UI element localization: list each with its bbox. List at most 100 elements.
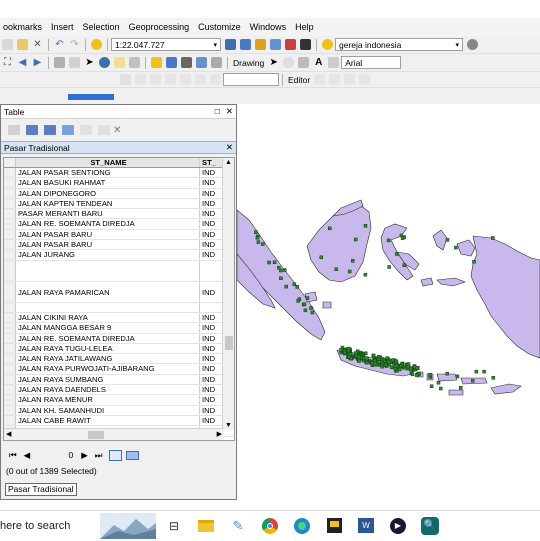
restore-icon[interactable]: □ — [215, 106, 220, 117]
table-row[interactable]: JALAN DIPONEGORO IND — [4, 188, 234, 199]
cell-st[interactable]: IND — [200, 406, 220, 415]
cell-st[interactable]: IND — [200, 354, 220, 363]
cut-polygon-icon[interactable] — [165, 74, 176, 85]
cell-st[interactable]: IND — [200, 385, 220, 394]
table-row[interactable]: JALAN RE. SOEMANTA DIREDJA IND — [4, 333, 234, 344]
cell-st-name[interactable]: JALAN RAYA SUMBANG — [16, 374, 200, 385]
editor-menu[interactable]: Editor — [288, 75, 310, 85]
font-combo[interactable]: Arial — [341, 56, 402, 69]
row-selector[interactable] — [4, 188, 16, 198]
menu-customize[interactable]: Customize — [195, 22, 247, 32]
trace-icon[interactable] — [344, 74, 356, 85]
chrome-icon[interactable] — [258, 516, 282, 536]
table-row[interactable]: JALAN RAYA MENUR IND — [4, 395, 234, 406]
time-slider-icon[interactable] — [196, 57, 207, 68]
drawing-menu[interactable]: Drawing — [233, 58, 264, 68]
cell-st-name[interactable]: JALAN RAYA JATILAWANG — [16, 354, 200, 364]
forward-icon[interactable]: ▶ — [32, 57, 43, 68]
row-selector[interactable] — [4, 323, 16, 333]
table-row[interactable]: JALAN RAYA PAMARICAN IND — [4, 281, 234, 303]
row-selector[interactable] — [4, 281, 16, 302]
row-selector[interactable] — [4, 198, 16, 209]
previous-record-icon[interactable]: ◀ — [24, 450, 31, 461]
cell-st[interactable]: IND — [200, 250, 220, 259]
menu-windows[interactable]: Windows — [247, 22, 293, 32]
row-selector[interactable] — [4, 333, 16, 343]
pointer-icon[interactable]: ➤ — [84, 57, 95, 68]
locate-search-combo[interactable]: gereja indonesia ▾ — [335, 38, 463, 51]
cell-st-name[interactable] — [16, 302, 200, 312]
cell-st[interactable]: IND — [200, 375, 220, 384]
reshape-icon[interactable] — [150, 74, 161, 85]
cell-st-name[interactable]: JALAN PASAR SENTIONG — [16, 168, 200, 178]
catalog-icon[interactable] — [255, 39, 266, 50]
find-icon[interactable] — [151, 57, 162, 68]
cell-st[interactable] — [200, 261, 220, 281]
layer-combo[interactable] — [223, 73, 279, 86]
cell-st[interactable]: IND — [200, 364, 220, 373]
python-icon[interactable] — [300, 39, 311, 50]
row-selector[interactable] — [4, 302, 16, 312]
font-color-icon[interactable]: A — [313, 57, 324, 68]
cell-st[interactable]: IND — [200, 189, 220, 198]
menu-help[interactable]: Help — [292, 22, 320, 32]
scroll-left-icon[interactable]: ◀ — [6, 430, 11, 438]
scroll-down-icon[interactable]: ▼ — [225, 422, 232, 429]
map-scale-combo[interactable]: 1:22.047.727 ▾ — [111, 38, 221, 51]
cell-st-name[interactable]: JALAN DIPONEGORO — [16, 188, 200, 198]
cell-st-name[interactable]: JALAN RAYA DAENDELS — [16, 385, 200, 395]
scroll-up-icon[interactable]: ▲ — [225, 159, 232, 166]
cell-st[interactable]: IND — [200, 344, 220, 353]
vertical-scroll-thumb[interactable] — [225, 336, 233, 350]
zoom-extent-icon[interactable]: ⛶ — [2, 57, 13, 68]
menu-geoprocessing[interactable]: Geoprocessing — [126, 22, 196, 32]
show-selected-records-icon[interactable] — [126, 450, 140, 460]
undo-icon[interactable]: ↶ — [54, 39, 65, 50]
back-icon[interactable]: ◀ — [17, 57, 28, 68]
row-selector[interactable] — [4, 354, 16, 364]
switch-selection-icon[interactable] — [62, 125, 74, 135]
word-icon[interactable]: W — [354, 516, 378, 536]
row-selector[interactable] — [4, 415, 16, 426]
cell-st[interactable] — [200, 303, 220, 312]
delete-selected-icon[interactable]: ✕ — [113, 125, 121, 136]
measure-icon[interactable] — [129, 57, 140, 68]
table-row[interactable]: JALAN RAYA JATILAWANG IND — [4, 354, 234, 365]
rectangle-icon[interactable] — [298, 57, 310, 68]
record-index-field[interactable]: 0 — [37, 450, 73, 460]
fill-color-icon[interactable] — [328, 57, 340, 68]
clear-selection-icon[interactable] — [69, 57, 80, 68]
row-selector[interactable] — [4, 260, 16, 281]
cell-st-name[interactable]: JALAN RE. SOEMANTA DIREDJA — [16, 333, 200, 343]
find-route-icon[interactable] — [166, 57, 177, 68]
row-selector[interactable] — [4, 374, 16, 385]
cell-st-name[interactable]: JALAN KAPTEN TENDEAN — [16, 198, 200, 209]
cell-st-name[interactable]: JALAN MANGGA BESAR 9 — [16, 323, 200, 333]
cell-st[interactable]: IND — [200, 240, 220, 249]
cell-st-name[interactable]: JALAN CIKINI RAYA — [16, 312, 200, 323]
table-row[interactable]: JALAN KAPTEN TENDEAN IND — [4, 198, 234, 210]
attributes-icon[interactable] — [210, 74, 221, 85]
goto-xy-icon[interactable] — [181, 57, 192, 68]
straight-segment-icon[interactable] — [329, 74, 341, 85]
table-row[interactable]: JALAN JURANG IND — [4, 250, 234, 261]
next-record-icon[interactable]: ▶ — [81, 450, 88, 461]
menu-bookmarks[interactable]: ookmarks — [0, 22, 48, 32]
cell-st[interactable]: IND — [200, 313, 220, 322]
cell-st[interactable]: IND — [200, 230, 220, 239]
cell-st-name[interactable]: JALAN RAYA TUGU-LELEA — [16, 343, 200, 354]
cell-st[interactable]: IND — [200, 416, 220, 425]
task-view-icon[interactable]: ⊟ — [162, 516, 186, 536]
select-features-icon[interactable] — [54, 57, 65, 68]
zoom-to-selected-icon[interactable] — [98, 125, 110, 135]
row-selector[interactable] — [4, 395, 16, 405]
cell-st-name[interactable]: JALAN BASUKI RAHMAT — [16, 178, 200, 188]
split-icon[interactable] — [180, 74, 191, 85]
cell-st-name[interactable] — [16, 260, 200, 281]
table-row[interactable]: JALAN RAYA SUMBANG IND — [4, 374, 234, 386]
clear-selection-table-icon[interactable] — [80, 125, 92, 135]
table-row[interactable]: JALAN PASAR SENTIONG IND — [4, 168, 234, 179]
edit-vertices-icon[interactable] — [135, 74, 146, 85]
topology-icon[interactable] — [359, 74, 371, 85]
geocode-icon[interactable] — [322, 39, 333, 50]
